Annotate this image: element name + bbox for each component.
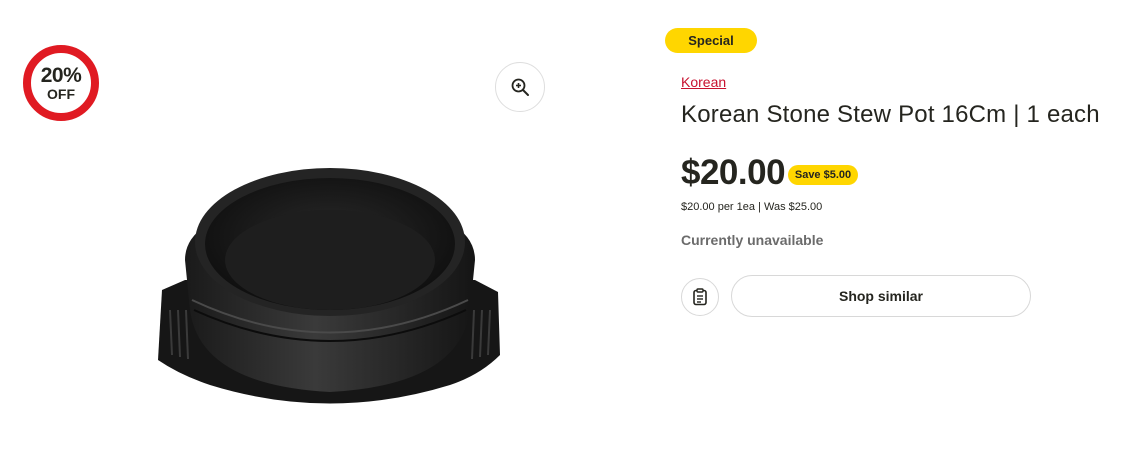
save-badge: Save $5.00: [788, 165, 858, 185]
discount-badge: 20% OFF: [23, 45, 99, 121]
discount-percent: 20%: [40, 64, 82, 87]
shopping-list-icon: [693, 288, 707, 306]
brand-link[interactable]: Korean: [681, 74, 726, 90]
shop-similar-button[interactable]: Shop similar: [731, 275, 1031, 317]
special-badge: Special: [665, 28, 757, 53]
product-image: [158, 168, 500, 404]
product-price: $20.00: [681, 153, 786, 192]
zoom-in-icon: [511, 78, 529, 96]
product-title: Korean Stone Stew Pot 16Cm | 1 each: [681, 101, 1100, 128]
discount-off-label: OFF: [47, 86, 75, 102]
zoom-button[interactable]: [495, 62, 545, 112]
unit-price-line: $20.00 per 1ea | Was $25.00: [681, 201, 823, 213]
availability-status: Currently unavailable: [681, 232, 824, 248]
add-to-list-button[interactable]: [681, 278, 719, 316]
